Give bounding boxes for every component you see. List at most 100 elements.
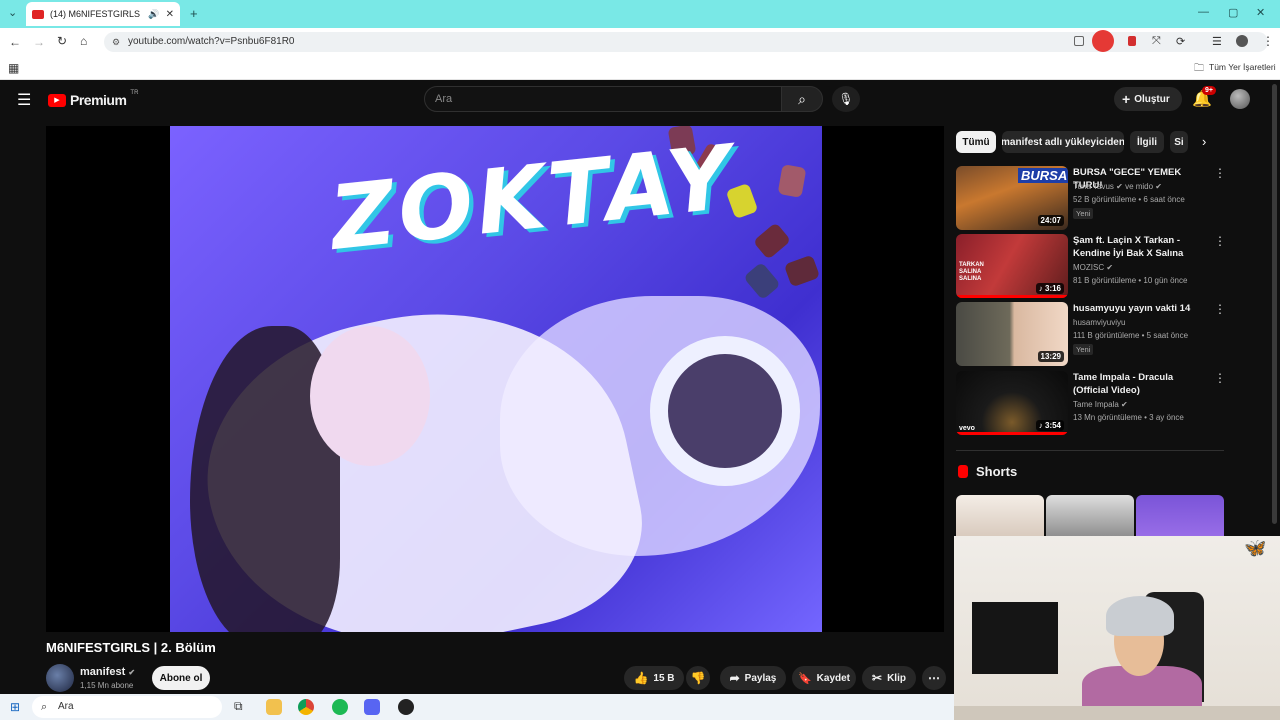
chip-partial[interactable]: Si <box>1170 131 1188 153</box>
recommendation-item[interactable]: BURSA 24:07 BURSA "GECE" YEMEK TURU! Tun… <box>956 166 1226 230</box>
home-button[interactable]: ⌂ <box>80 34 87 48</box>
channel-name[interactable]: manifest ✔ <box>80 666 135 678</box>
shorts-section-header: Shorts <box>958 464 1017 479</box>
forward-button[interactable]: → <box>33 35 45 49</box>
dislike-button[interactable]: 👎 <box>686 666 710 690</box>
recommendation-title: Tame Impala - Dracula (Official Video) <box>1073 372 1174 396</box>
kebab-menu-icon[interactable]: ⋮ <box>1214 302 1226 316</box>
webcam-hair <box>1106 596 1174 636</box>
youtube-favicon-icon <box>32 9 44 19</box>
share-label: Paylaş <box>744 672 777 684</box>
recommendation-item[interactable]: TARKAN SALINA SALINA ♪ 3:16 Şam ft. Laçi… <box>956 234 1226 298</box>
scissors-icon: ✂ <box>872 671 883 685</box>
create-button[interactable]: + Oluştur <box>1114 87 1182 111</box>
video-frame: ZOKTAY <box>170 126 822 632</box>
extension-icon-5[interactable]: ⟳ <box>1176 35 1185 48</box>
clip-button[interactable]: ✂ Klip <box>862 666 916 690</box>
url-text: youtube.com/watch?v=Psnbu6F81R0 <box>128 36 295 47</box>
chip-all[interactable]: Tümü <box>956 131 996 153</box>
tab-search-icon[interactable]: ⌄ <box>8 6 17 19</box>
kebab-menu-icon[interactable]: ⋮ <box>1214 166 1226 180</box>
video-bowl-shape <box>650 336 800 486</box>
recommendation-channel: Tuna Tavus ✔ ve mido ✔ <box>1073 182 1162 191</box>
taskbar-search-label: Ara <box>58 701 74 712</box>
recommendation-meta: 13 Mn görüntüleme • 3 ay önce <box>1073 413 1184 422</box>
new-tab-button[interactable]: + <box>190 6 198 21</box>
search-button[interactable]: ⌕ <box>781 86 823 112</box>
chip-next-icon[interactable]: › <box>1202 134 1206 149</box>
search-input[interactable]: Ara <box>424 86 782 112</box>
account-avatar[interactable] <box>1230 89 1250 109</box>
close-window-button[interactable]: ✕ <box>1256 6 1265 19</box>
new-badge: Yeni <box>1073 344 1094 355</box>
chip-from-uploader[interactable]: manifest adlı yükleyiciden <box>1002 131 1124 153</box>
channel-avatar[interactable] <box>46 664 74 692</box>
more-actions-button[interactable]: ⋯ <box>922 666 946 690</box>
windows-taskbar: ⊞ ⌕ Ara ⧉ <box>0 694 954 720</box>
reading-list-icon[interactable]: ☰ <box>1212 35 1222 48</box>
reload-button[interactable]: ↻ <box>57 34 67 48</box>
recommendation-meta: 81 B görüntüleme • 10 gün önce <box>1073 276 1188 285</box>
video-duration: 13:29 <box>1037 351 1064 362</box>
speaker-icon[interactable]: 🔊 <box>148 9 159 20</box>
extension-icon-4[interactable]: ⤧ <box>1152 35 1161 48</box>
subscribe-button[interactable]: Abone ol <box>152 666 210 690</box>
sidebar-divider <box>956 450 1224 451</box>
chrome-icon[interactable] <box>298 699 314 715</box>
minimize-button[interactable]: — <box>1198 6 1209 18</box>
notifications-button[interactable]: 🔔 9+ <box>1192 86 1216 109</box>
video-capsule <box>783 254 821 288</box>
thumbs-down-icon: 👎 <box>690 671 706 685</box>
like-button[interactable]: 👍 15 B <box>624 666 684 690</box>
video-duration: ♪ 3:16 <box>1035 283 1064 294</box>
recommendation-item[interactable]: 13:29 husamyuyu yayın vakti 14 husamviyu… <box>956 302 1226 366</box>
chip-related[interactable]: İlgili <box>1130 131 1164 153</box>
tab-close-icon[interactable]: ✕ <box>166 9 174 20</box>
video-thumbnail: vevo ♪ 3:54 <box>956 371 1068 435</box>
tab-title: (14) M6NIFESTGIRLS | 2. Bölü <box>50 9 142 19</box>
recommendation-channel: husamviyuviyu <box>1073 318 1126 327</box>
recommendation-meta: 111 B görüntüleme • 5 saat önce <box>1073 331 1189 340</box>
extension-icon-1[interactable] <box>1074 36 1084 46</box>
extension-icon-3[interactable] <box>1128 36 1136 46</box>
voice-search-button[interactable]: 🎙 <box>832 86 860 112</box>
taskbar-search[interactable]: ⌕ Ara <box>32 696 222 718</box>
back-button[interactable]: ← <box>9 35 21 49</box>
recommendation-item[interactable]: vevo ♪ 3:54 Tame Impala - Dracula (Offic… <box>956 371 1226 435</box>
webcam-overlay: 🦋 <box>954 536 1280 720</box>
obs-icon[interactable] <box>398 699 414 715</box>
video-thumbnail: 13:29 <box>956 302 1068 366</box>
short-thumbnail[interactable] <box>1046 495 1134 539</box>
save-button[interactable]: 🔖 Kaydet <box>792 666 856 690</box>
page-scrollbar[interactable] <box>1272 84 1277 524</box>
spotify-icon[interactable] <box>332 699 348 715</box>
plus-icon: + <box>1122 91 1131 107</box>
maximize-button[interactable]: ▢ <box>1228 6 1238 19</box>
discord-icon[interactable] <box>364 699 380 715</box>
notification-badge: 9+ <box>1202 86 1216 95</box>
short-thumbnail[interactable] <box>1136 495 1224 539</box>
kebab-menu-icon[interactable]: ⋮ <box>1214 371 1226 385</box>
kebab-menu-icon[interactable]: ⋮ <box>1214 234 1226 248</box>
browser-tab-active[interactable]: (14) M6NIFESTGIRLS | 2. Bölü 🔊 ✕ <box>26 2 180 26</box>
create-label: Oluştur <box>1134 93 1170 105</box>
site-info-icon[interactable]: ⚙ <box>112 32 120 52</box>
youtube-logo[interactable]: ▶ Premium TR <box>48 90 138 108</box>
browser-tab-bar: ⌄ (14) M6NIFESTGIRLS | 2. Bölü 🔊 ✕ + — ▢… <box>0 0 1280 28</box>
watch-progress-bar <box>956 432 1068 435</box>
apps-grid-icon[interactable]: ▦ <box>8 61 19 75</box>
windows-start-icon[interactable]: ⊞ <box>10 700 20 714</box>
share-button[interactable]: ➦ Paylaş <box>720 666 786 690</box>
file-explorer-icon[interactable] <box>266 699 282 715</box>
browser-menu-icon[interactable]: ⋮ <box>1262 34 1274 48</box>
task-view-icon[interactable]: ⧉ <box>234 699 243 714</box>
bookmarks-bar: ▦ 🗀 Tüm Yer İşaretleri <box>0 56 1280 80</box>
short-thumbnail[interactable] <box>956 495 1044 539</box>
video-player[interactable]: ZOKTAY <box>46 126 944 632</box>
more-icon: ⋯ <box>928 671 940 685</box>
profile-icon[interactable] <box>1236 35 1248 47</box>
extension-icon-2[interactable] <box>1092 30 1114 52</box>
verified-icon: ✔ <box>128 668 136 677</box>
all-bookmarks-link[interactable]: Tüm Yer İşaretleri <box>1209 62 1276 72</box>
hamburger-menu-icon[interactable]: ☰ <box>17 90 31 110</box>
